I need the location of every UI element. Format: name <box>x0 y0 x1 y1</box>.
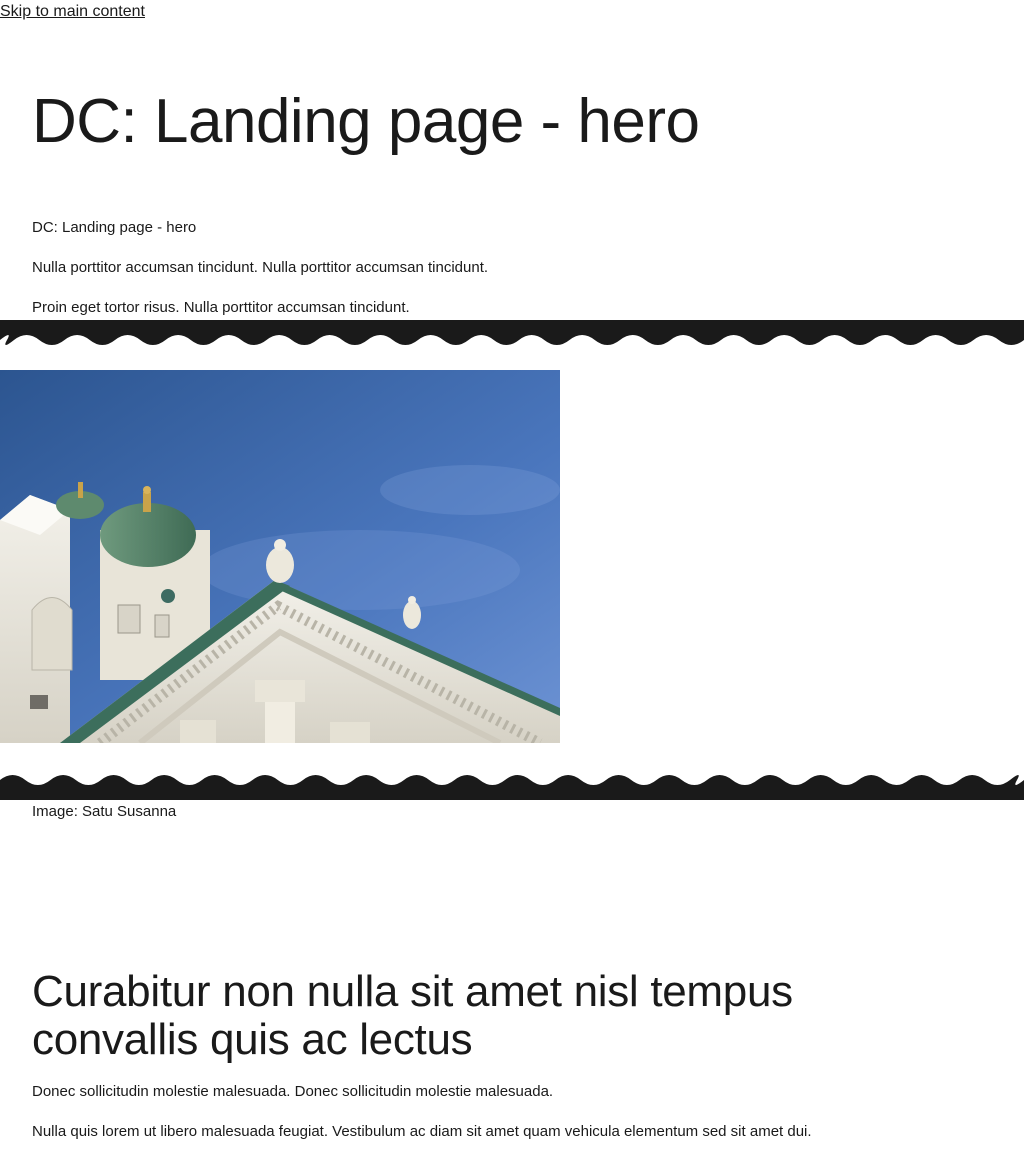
section-paragraph: Nulla quis lorem ut libero malesuada feu… <box>32 1123 812 1140</box>
section-paragraph: Donec sollicitudin molestie malesuada. D… <box>32 1083 554 1100</box>
cathedral-photo <box>0 370 560 743</box>
lead-paragraph: Proin eget tortor risus. Nulla porttitor… <box>32 299 410 316</box>
page-title: DC: Landing page - hero <box>32 87 700 156</box>
skip-to-main-link[interactable]: Skip to main content <box>0 2 145 22</box>
image-caption: Image: Satu Susanna <box>32 803 177 820</box>
lead-paragraph: Nulla porttitor accumsan tincidunt. Null… <box>32 259 489 276</box>
koro-wave-bottom <box>0 775 1024 800</box>
section-body: Donec sollicitudin molestie malesuada. D… <box>32 1082 812 1162</box>
lead-paragraph: DC: Landing page - hero <box>32 219 197 236</box>
hero-image <box>0 370 560 743</box>
section-title: Curabitur non nulla sit amet nisl tempus… <box>32 967 793 1064</box>
koro-wave-top <box>0 320 1024 345</box>
